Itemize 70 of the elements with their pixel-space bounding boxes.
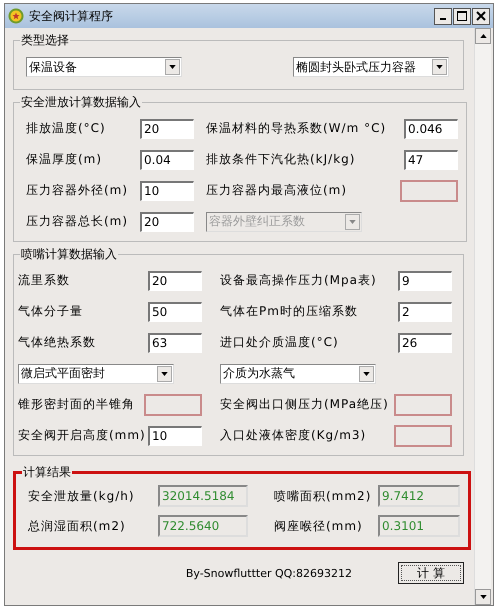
dropdown-arrow-icon (363, 372, 370, 376)
input-field[interactable]: 2 (398, 302, 452, 322)
star-badge-icon (8, 8, 24, 24)
dropdown[interactable]: 介质为水蒸气 (220, 364, 376, 384)
input-field[interactable]: 0.04 (140, 150, 194, 170)
scroll-up-button[interactable] (475, 28, 491, 44)
scrollbar[interactable] (474, 28, 491, 605)
field-label: 压力容器外径(m) (26, 182, 128, 199)
input-field[interactable]: 20 (148, 270, 202, 290)
group-title: 安全泄放计算数据输入 (20, 94, 142, 111)
dropdown-arrow-icon (169, 65, 176, 69)
field-label: 气体在Pm时的压缩系数 (220, 303, 358, 320)
field-label: 入口处液体密度(Kg/m3) (220, 427, 366, 444)
result-value: 32014.5184 (158, 485, 248, 507)
minimize-icon (440, 18, 446, 20)
field-label: 安全阀开启高度(mm) (18, 427, 146, 444)
field-label: 进口处介质温度(°C) (220, 334, 339, 351)
field-label: 保温材料的导热系数(W/m °C) (206, 120, 386, 137)
group-title: 喷嘴计算数据输入 (20, 246, 118, 263)
input-field[interactable]: 10 (140, 180, 194, 200)
field-label: 流里系数 (18, 272, 70, 289)
input-field[interactable] (394, 424, 452, 446)
field-label: 锥形密封面的半锥角 (18, 396, 135, 413)
field-label: 压力容器内最高液位(m) (206, 182, 348, 199)
field-label: 压力容器总长(m) (26, 213, 128, 230)
input-field[interactable]: 10 (148, 426, 202, 446)
input-field[interactable]: 47 (404, 150, 458, 170)
field-label: 设备最高操作压力(Mpa表) (220, 272, 377, 289)
field-label: 排放温度(°C) (26, 120, 106, 137)
field-label: 保温厚度(m) (26, 151, 102, 168)
input-field[interactable]: 63 (148, 332, 202, 352)
dropdown-arrow-icon (161, 372, 168, 376)
field-label: 排放条件下汽化热(kJ/kg) (206, 151, 356, 168)
result-value: 9.7412 (378, 485, 460, 507)
dropdown[interactable]: 椭圆封头卧式压力容器 (293, 57, 449, 77)
result-value: 722.5640 (158, 515, 248, 537)
maximize-icon (457, 11, 467, 21)
group-title: 计算结果 (22, 464, 72, 481)
input-field[interactable]: 0.046 (404, 118, 458, 138)
input-field[interactable]: 50 (148, 302, 202, 322)
group-title: 类型选择 (20, 32, 70, 49)
close-icon (476, 11, 486, 21)
dropdown[interactable]: 保温设备 (26, 57, 182, 77)
minimize-button[interactable] (434, 8, 452, 24)
result-label: 安全泄放量(kg/h) (28, 488, 135, 504)
close-button[interactable] (472, 8, 490, 24)
input-field[interactable]: 20 (140, 118, 194, 138)
calculate-button[interactable]: 计 算 (398, 562, 464, 584)
input-field[interactable]: 9 (398, 270, 452, 290)
input-field[interactable]: 26 (398, 332, 452, 352)
input-field[interactable] (400, 180, 458, 202)
input-field[interactable] (144, 394, 202, 416)
credit-text: By-Snowfluttter QQ:82693212 (186, 566, 352, 580)
up-arrow-icon (480, 34, 486, 38)
field-label: 气体分子量 (18, 303, 83, 320)
input-field[interactable] (394, 394, 452, 416)
maximize-button[interactable] (453, 8, 471, 24)
result-label: 喷嘴面积(mm2) (274, 488, 372, 504)
dropdown-arrow-icon (349, 220, 356, 224)
result-label: 阀座喉径(mm) (274, 518, 363, 534)
result-value: 0.3101 (378, 515, 460, 537)
field-label: 气体绝热系数 (18, 334, 96, 351)
window-title: 安全阀计算程序 (29, 8, 114, 24)
result-label: 总润湿面积(m2) (28, 518, 126, 534)
down-arrow-icon (480, 595, 486, 599)
dropdown-arrow-icon (436, 65, 443, 69)
input-field[interactable]: 20 (140, 212, 194, 232)
field-label: 安全阀出口侧压力(MPa绝压) (220, 396, 389, 413)
scroll-down-button[interactable] (475, 589, 491, 605)
dropdown[interactable]: 微启式平面密封 (18, 364, 174, 384)
